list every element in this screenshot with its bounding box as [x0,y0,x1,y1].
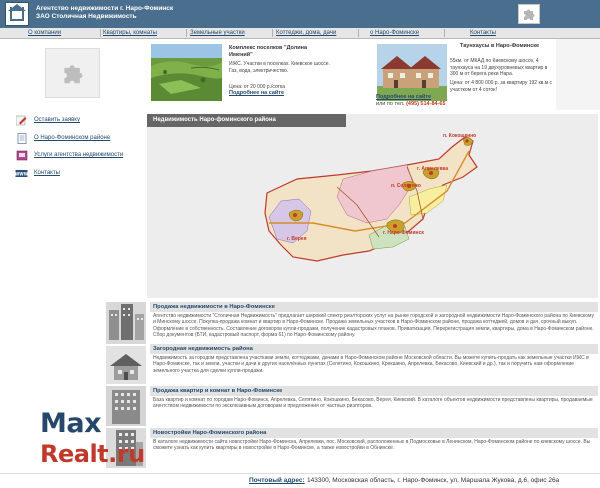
promo-phone: или по тел. (495) 514-84-65 [376,101,446,107]
section-text: Агентство недвижимости "Столичная Недвиж… [153,313,594,338]
house-logo-icon[interactable] [5,2,29,26]
nav-item-naro-fominsk[interactable]: о Наро-Фоминске [370,29,419,38]
label-kokoshkino: п. Кокошкино [443,133,476,139]
agency-name-line1: Агентство недвижимости г. Наро-Фоминск [36,5,174,12]
marker-kokoshkino [465,139,469,143]
watermark-realt: Realt.ru [40,440,145,468]
puzzle-icon [518,4,540,24]
sidebar-item-label: О Наро-Фоминском районе [34,135,111,141]
postal-address-label[interactable]: Почтовый адрес: [249,477,305,484]
apartments-photo [106,386,146,426]
nav-item-about[interactable]: О компании [28,29,61,38]
postal-address: 143300, Московская область, г. Наро-Фоми… [307,477,560,484]
content-sections: Продажа недвижимости в Наро-Фоминске Аге… [98,300,600,471]
nav-separator [186,29,187,37]
promo-right-text: 55км. от МКАД по Киевскому шоссе, 4 таун… [450,58,548,77]
marker-naro-fominsk [393,224,397,228]
section-text: Недвижимость за городом представлена уча… [153,355,589,374]
nav-item-land[interactable]: Земельные участки [190,29,245,38]
promo-left-link[interactable]: Подробнее на сайте [229,90,284,96]
phone-label: или по тел. [376,101,405,107]
sidebar-item-about-district[interactable]: О Наро-Фоминском районе [15,132,110,144]
sidebar-item-services[interactable]: Услуги агентства недвижимости [15,149,123,161]
agency-name-line2: ЗАО Столичная Недвижимость [36,13,137,20]
house-photo [106,346,146,384]
marker-vereya [293,213,297,217]
sidebar-item-contacts[interactable]: WWW Контакты [15,167,60,179]
section-text: База квартир и комнат по городам Наро-Фо… [153,397,593,410]
section-title[interactable]: Продажа недвижимости в Наро-Фоминске [150,302,598,312]
pencil-icon [15,115,28,126]
nav-item-contacts[interactable]: Контакты [470,29,496,38]
top-nav: О компании Квартиры, комнаты Земельные у… [0,28,600,39]
label-vereya: г. Верея [287,236,307,242]
agency-name: Агентство недвижимости г. Наро-Фоминск З… [36,5,173,21]
section-text: В каталоге недвижимости сайта новостройк… [153,439,591,452]
phone-number[interactable]: (495) 514-84-65 [406,101,445,107]
sidebar-item-label: Контакты [34,170,60,176]
city-photo [106,302,146,344]
promo-left-title: Комплекс поселков "Долина Имений" [229,45,308,58]
svg-text:WWW: WWW [15,171,28,176]
section-title[interactable]: Новостройки Наро-Фоминского района [150,428,598,438]
book-icon [15,150,28,161]
promo-area: Комплекс поселков "Долина Имений" ИЖС. У… [0,39,600,110]
puzzle-icon [45,48,100,98]
footer: Почтовый адрес: 143300, Московская облас… [0,473,600,488]
nav-separator [358,29,359,37]
promo-right-price: Цена: от 4 800 000 р. за квартиру 192 кв… [450,80,553,93]
sidebar-item-request[interactable]: Оставить заявку [15,114,80,126]
nav-item-apartments[interactable]: Квартиры, комнаты [103,29,157,38]
promo-right-title: Таунхаусы в Наро-Фоминске [460,43,540,49]
sidebar-item-label: Оставить заявку [34,117,80,123]
www-icon: WWW [15,168,28,179]
label-aprelevka: г. Апрелевка [417,166,448,172]
nav-separator [272,29,273,37]
townhouse-photo[interactable] [377,44,447,101]
section-title[interactable]: Продажа квартир и комнат в Наро-Фоминске [150,386,598,396]
label-naro-fominsk: г. Наро-Фоминск [383,230,424,236]
nav-item-cottages[interactable]: Коттеджи, дома, дачи [276,29,336,38]
right-decor-strip [556,39,600,110]
sidebar-item-label: Услуги агентства недвижимости [34,152,124,158]
nav-separator [444,29,445,37]
section-title[interactable]: Загородная недвижимость района [150,344,598,354]
label-selyatino: п. Селятино [391,183,421,189]
promo-right-link[interactable]: Подробнее на сайте [376,94,431,100]
site-header: Агентство недвижимости г. Наро-Фоминск З… [0,0,600,28]
nav-separator [100,29,101,37]
map-title: Недвижимость Наро-фоминского района [147,114,346,127]
valley-photo[interactable] [151,44,222,101]
district-map[interactable]: п. Кокошкино г. Апрелевка п. Селятино г.… [147,127,598,298]
document-icon [15,132,28,144]
promo-left-text: ИЖС. Участки в поселках. Киевское шоссе.… [229,61,330,74]
watermark-max: Max [40,408,102,439]
